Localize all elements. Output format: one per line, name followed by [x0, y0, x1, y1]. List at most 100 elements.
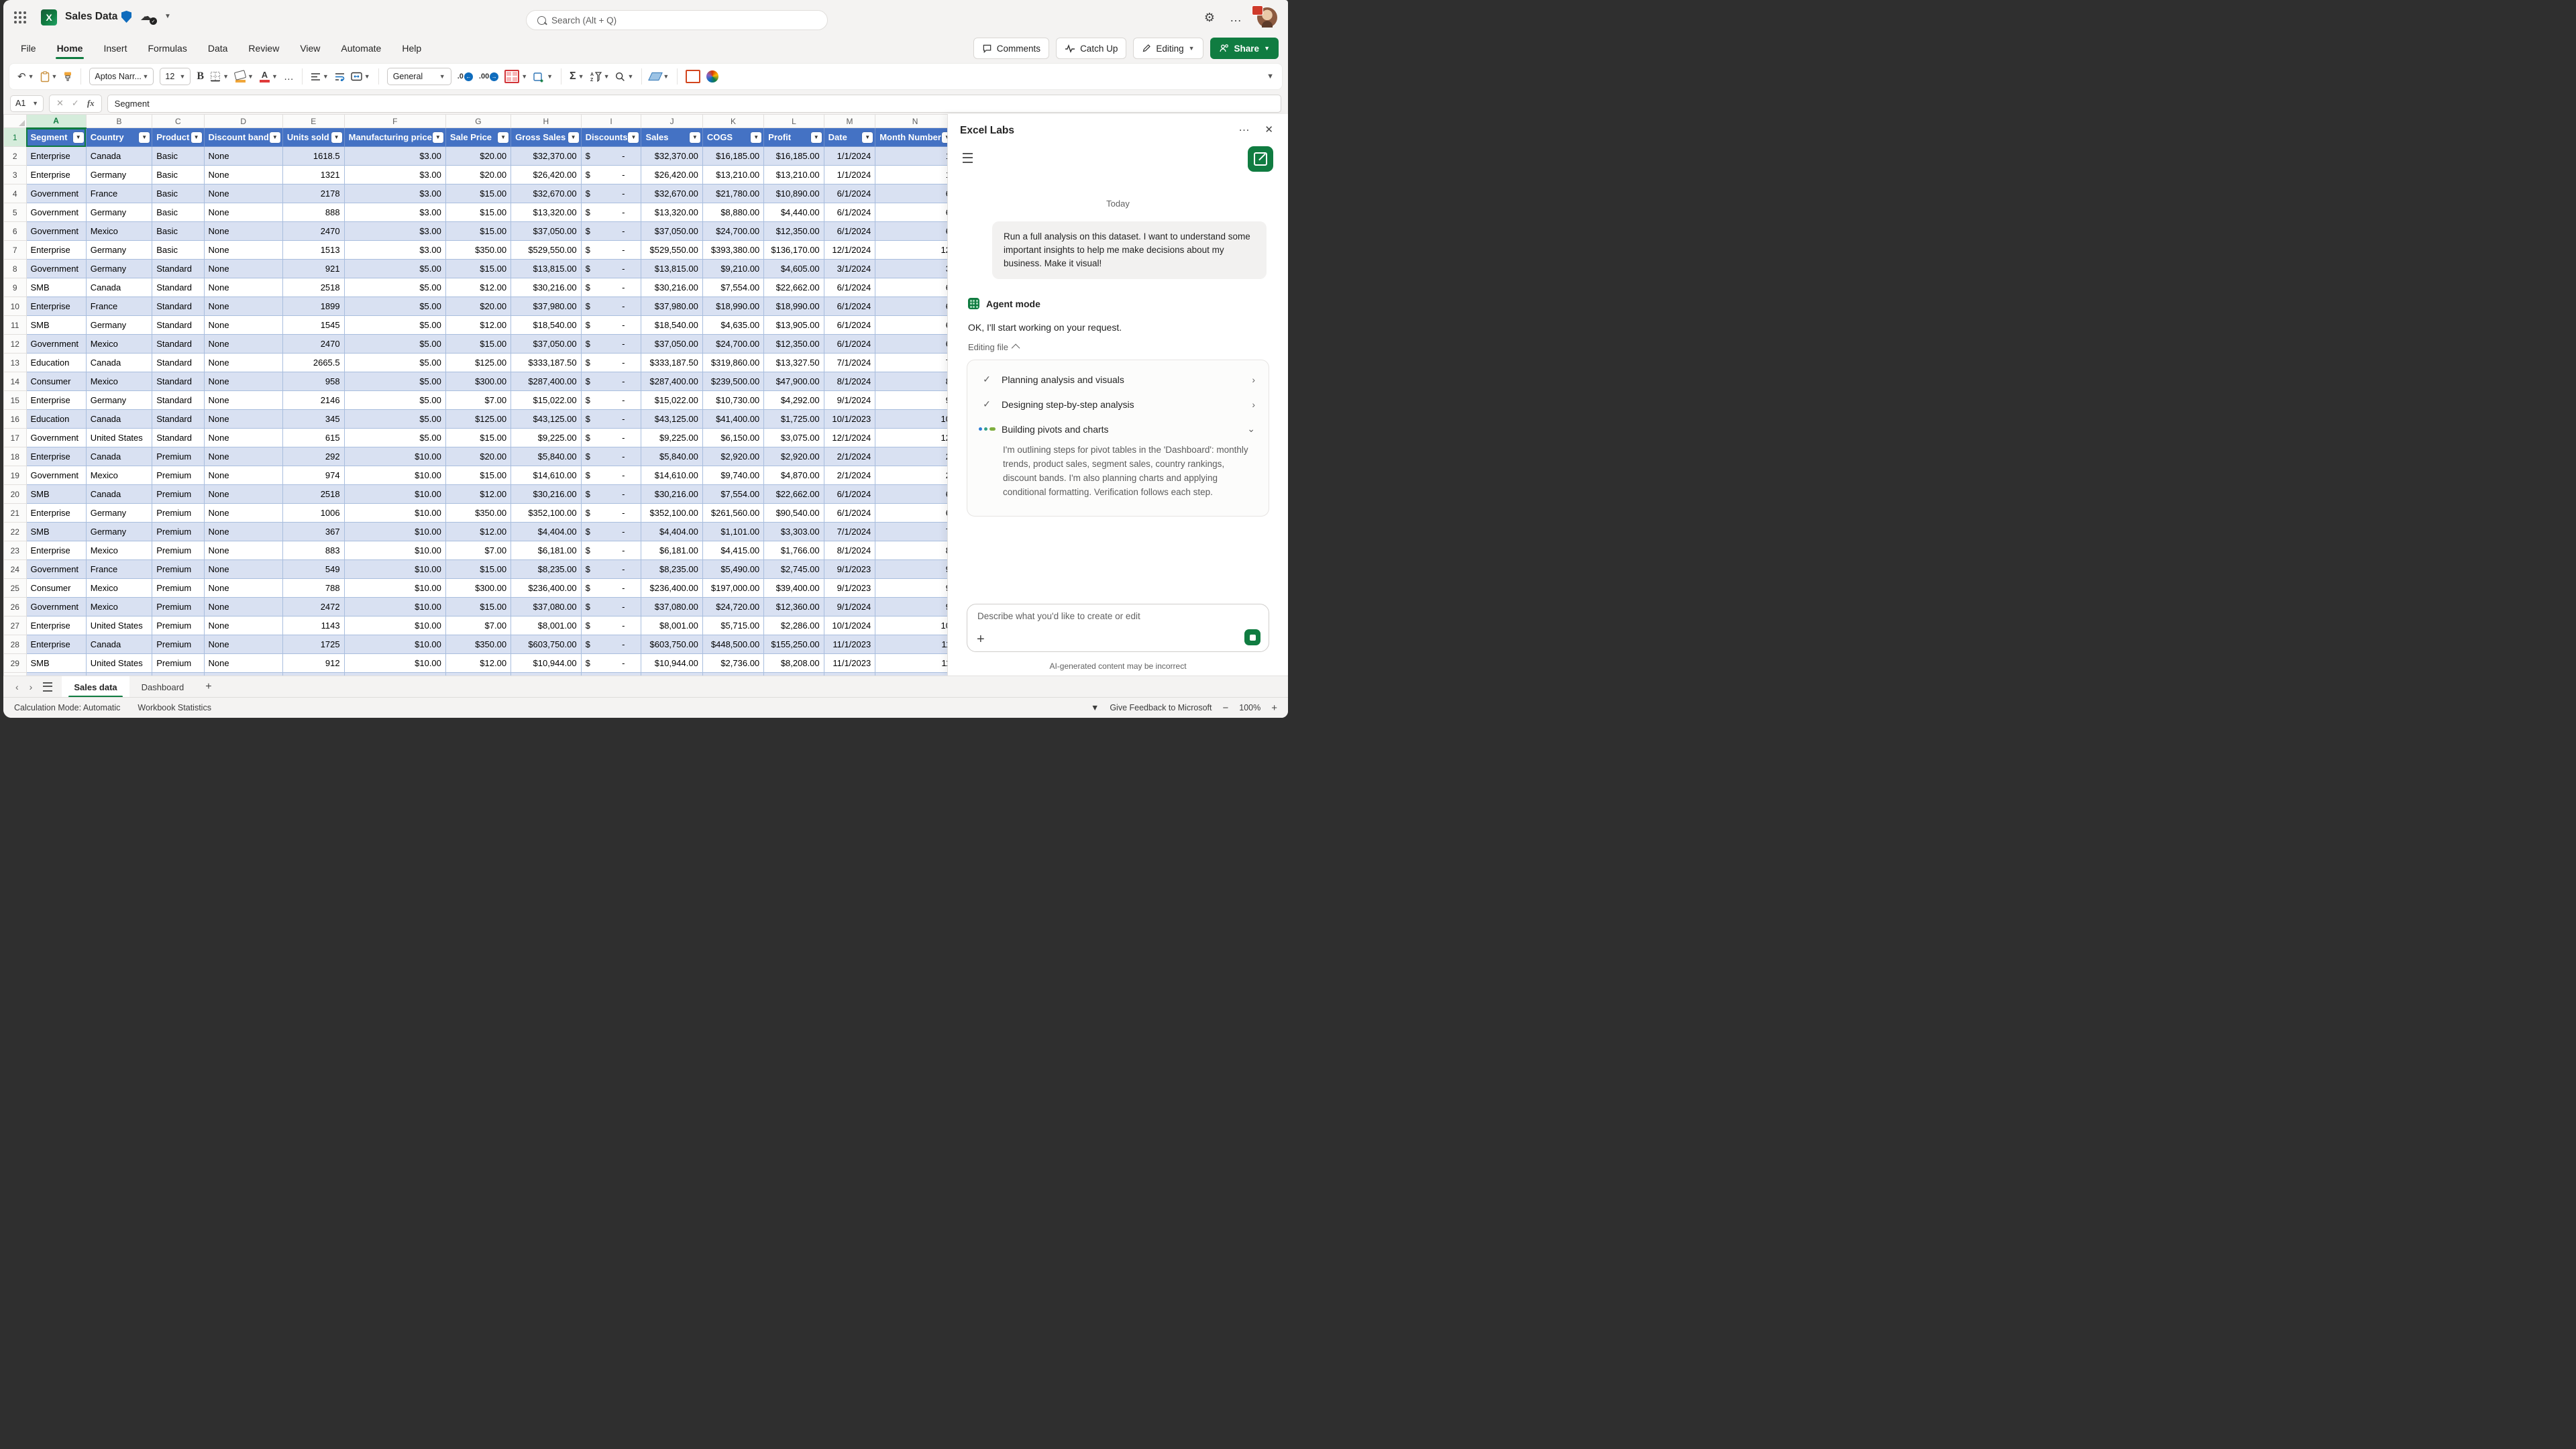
cell[interactable]: $12,350.00 — [764, 335, 824, 354]
cell[interactable]: $37,050.00 — [641, 335, 702, 354]
cell[interactable]: Premium — [152, 523, 204, 541]
cell[interactable]: $- — [581, 466, 641, 485]
cell[interactable]: 11/1/2023 — [824, 654, 875, 673]
cell[interactable]: $10,944.00 — [641, 654, 702, 673]
cell[interactable]: 6 — [875, 278, 955, 297]
font-color-button[interactable]: A ▼ — [260, 70, 278, 83]
cell[interactable]: $13,905.00 — [764, 316, 824, 335]
cell[interactable]: $24,720.00 — [702, 598, 763, 616]
cell[interactable]: 345 — [282, 410, 344, 429]
cell[interactable]: Germany — [86, 504, 152, 523]
cancel-entry-icon[interactable]: ✕ — [56, 98, 64, 109]
cell[interactable]: $13,320.00 — [511, 203, 582, 222]
column-header-d[interactable]: D — [204, 115, 282, 128]
cell[interactable]: 6/1/2024 — [824, 504, 875, 523]
row-header-2[interactable]: 2 — [4, 147, 27, 166]
zoom-level[interactable]: 100% — [1239, 703, 1260, 712]
cell[interactable]: $3.00 — [344, 147, 445, 166]
table-header-units-sold[interactable]: Units sold▼ — [282, 128, 344, 147]
cell[interactable]: Enterprise — [26, 391, 86, 410]
cell[interactable]: $10,944.00 — [511, 654, 582, 673]
cell[interactable]: 6 — [875, 222, 955, 241]
cell[interactable]: $13,320.00 — [641, 203, 702, 222]
cell[interactable]: Government — [26, 335, 86, 354]
cell[interactable]: Canada — [86, 278, 152, 297]
cell[interactable]: 1/1/2024 — [824, 166, 875, 184]
agent-step-building-pivots-and-charts[interactable]: Building pivots and charts⌄ — [967, 417, 1269, 441]
cell[interactable]: None — [204, 372, 282, 391]
cell[interactable]: $197,000.00 — [702, 579, 763, 598]
cell[interactable]: None — [204, 335, 282, 354]
cell[interactable]: $- — [581, 560, 641, 579]
row-header-24[interactable]: 24 — [4, 560, 27, 579]
cell[interactable]: 912 — [282, 654, 344, 673]
cell[interactable]: 9/1/2023 — [824, 579, 875, 598]
cell[interactable]: SMB — [26, 316, 86, 335]
cell[interactable]: $- — [581, 523, 641, 541]
filter-button[interactable]: ▼ — [270, 132, 280, 143]
agent-step-planning-analysis-and-visuals[interactable]: ✓Planning analysis and visuals› — [967, 367, 1269, 392]
cell[interactable]: 9/1/2024 — [824, 598, 875, 616]
cell[interactable]: $300.00 — [445, 372, 511, 391]
cell[interactable]: $9,225.00 — [511, 429, 582, 447]
cell[interactable]: $47,900.00 — [764, 372, 824, 391]
cell[interactable]: 1 — [875, 147, 955, 166]
cell[interactable]: $43,125.00 — [511, 410, 582, 429]
cell[interactable]: 6/1/2024 — [824, 316, 875, 335]
table-header-cogs[interactable]: COGS▼ — [702, 128, 763, 147]
cell[interactable]: $8,001.00 — [641, 616, 702, 635]
row-header-15[interactable]: 15 — [4, 391, 27, 410]
cell[interactable]: $22,662.00 — [764, 485, 824, 504]
cell[interactable]: $15.00 — [445, 222, 511, 241]
cell[interactable]: $603,750.00 — [641, 635, 702, 654]
cell[interactable]: $4,292.00 — [764, 391, 824, 410]
cell[interactable]: Germany — [86, 241, 152, 260]
cell[interactable]: Standard — [152, 316, 204, 335]
cell[interactable]: 2470 — [282, 222, 344, 241]
cell[interactable]: 2665.5 — [282, 354, 344, 372]
more-font-options-icon[interactable]: … — [284, 71, 294, 83]
cell[interactable]: $125.00 — [445, 410, 511, 429]
cell[interactable]: Enterprise — [26, 297, 86, 316]
column-header-k[interactable]: K — [702, 115, 763, 128]
cell[interactable]: 958 — [282, 372, 344, 391]
formula-input[interactable]: Segment — [107, 95, 1281, 113]
cell[interactable]: None — [204, 616, 282, 635]
number-format-select[interactable]: General▼ — [387, 68, 451, 85]
cell[interactable]: $37,980.00 — [511, 297, 582, 316]
cell[interactable]: 10/1/2024 — [824, 616, 875, 635]
row-header-5[interactable]: 5 — [4, 203, 27, 222]
cell[interactable]: 2/1/2024 — [824, 447, 875, 466]
cell[interactable]: $10.00 — [344, 598, 445, 616]
cell[interactable]: Mexico — [86, 335, 152, 354]
cell[interactable]: 9 — [875, 560, 955, 579]
cell[interactable]: $90,540.00 — [764, 504, 824, 523]
cell[interactable]: $24,700.00 — [702, 222, 763, 241]
feedback-link[interactable]: Give Feedback to Microsoft — [1110, 703, 1212, 712]
cell[interactable]: None — [204, 447, 282, 466]
cell[interactable]: 11 — [875, 635, 955, 654]
cell[interactable]: Premium — [152, 504, 204, 523]
filter-button[interactable]: ▼ — [73, 132, 84, 143]
font-name-select[interactable]: Aptos Narr...▼ — [89, 68, 154, 85]
cell[interactable]: 12/1/2024 — [824, 429, 875, 447]
more-options-icon[interactable]: … — [1230, 11, 1242, 25]
cell[interactable]: 1 — [875, 166, 955, 184]
cell[interactable]: $- — [581, 260, 641, 278]
row-header-13[interactable]: 13 — [4, 354, 27, 372]
cell[interactable]: $37,980.00 — [641, 297, 702, 316]
cell[interactable]: Premium — [152, 485, 204, 504]
column-header-j[interactable]: J — [641, 115, 702, 128]
cell[interactable]: $15,022.00 — [511, 391, 582, 410]
table-header-gross-sales[interactable]: Gross Sales▼ — [511, 128, 582, 147]
column-header-e[interactable]: E — [282, 115, 344, 128]
cell[interactable]: Basic — [152, 147, 204, 166]
row-header-28[interactable]: 28 — [4, 635, 27, 654]
cell[interactable]: $8,235.00 — [511, 560, 582, 579]
cell[interactable]: $12.00 — [445, 278, 511, 297]
cell[interactable]: None — [204, 485, 282, 504]
cell[interactable]: 12/1/2024 — [824, 241, 875, 260]
cell[interactable]: $10.00 — [344, 541, 445, 560]
cell[interactable]: 2178 — [282, 184, 344, 203]
cell[interactable]: Canada — [86, 147, 152, 166]
